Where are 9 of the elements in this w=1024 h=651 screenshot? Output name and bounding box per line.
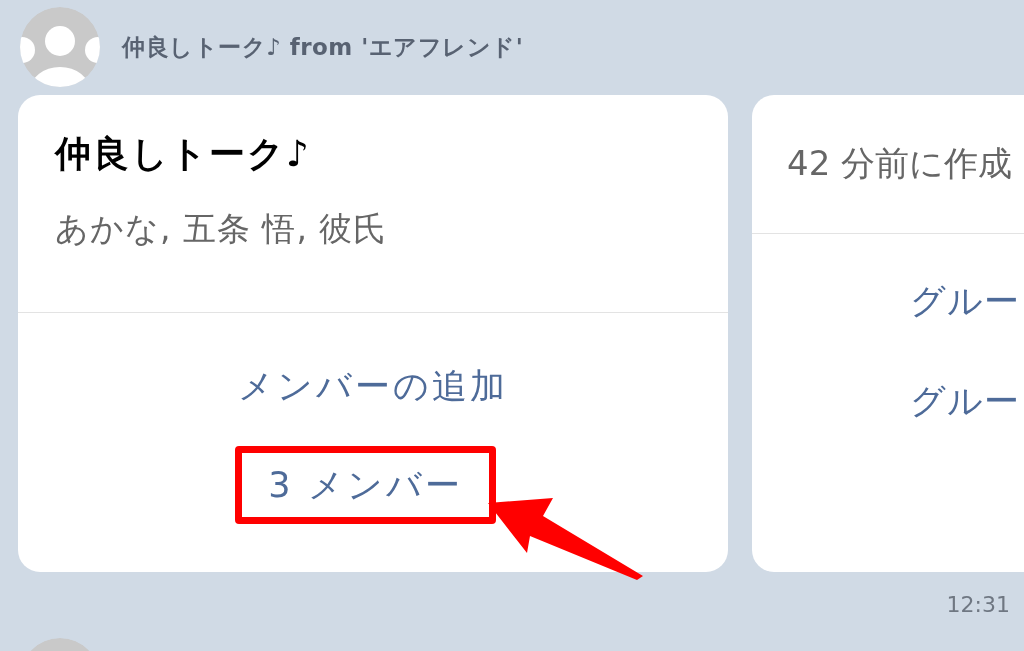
message-time: 12:31 <box>946 594 1010 616</box>
group-link[interactable]: グルー <box>910 279 1020 323</box>
created-time: 42 分前に作成 <box>787 143 1013 183</box>
sender-name: 仲良しトーク♪ from 'エアフレンド' <box>122 33 524 62</box>
member-link[interactable]: メンバーの追加 <box>238 364 508 408</box>
group-link[interactable]: グルー <box>910 379 1020 423</box>
group-title: 仲良しトーク♪ <box>55 134 311 174</box>
member-names: あかな, 五条 悟, 彼氏 <box>55 209 388 249</box>
member-link[interactable]: 3 メンバー <box>242 453 489 517</box>
